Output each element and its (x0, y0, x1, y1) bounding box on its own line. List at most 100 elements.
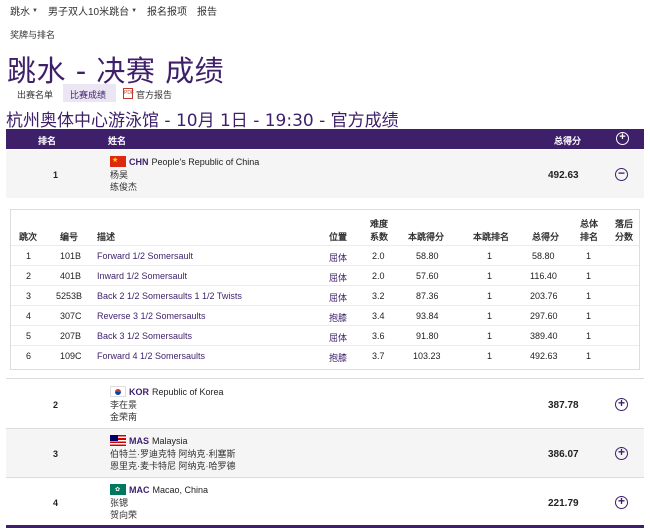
col-description: 描述 (97, 232, 116, 242)
country-name: Malaysia (152, 435, 188, 446)
dive-difficulty: 3.2 (372, 291, 385, 301)
tab-start-list[interactable]: 出赛名单 (10, 84, 63, 102)
dive-description[interactable]: Inward 1/2 Somersault (97, 271, 187, 281)
dive-total: 58.80 (532, 251, 555, 261)
dive-overall-rank: 1 (586, 351, 592, 361)
athlete-name[interactable]: 贺向荣 (110, 509, 208, 521)
pdf-icon: PDF (123, 88, 134, 99)
korea-flag-icon (110, 386, 126, 397)
col-position: 位置 (329, 232, 348, 242)
result-row: 4 ✿ MAC Macao, China 张锶 贺向荣 221.79 + (6, 478, 644, 526)
col-difficulty-1: 难度 (370, 219, 389, 229)
athlete-name[interactable]: 李在景 (110, 399, 224, 411)
dive-score: 93.84 (416, 311, 439, 321)
dive-row: 4 307C Reverse 3 1/2 Somersaults 抱膝 3.4 … (11, 305, 639, 325)
dive-overall-rank: 1 (586, 271, 592, 281)
total-score: 386.07 (548, 449, 579, 460)
venue-date-line: 杭州奥体中心游泳馆 - 10月 1日 - 19:30 - 官方成绩 (6, 111, 399, 131)
nav-item-sport[interactable]: 跳水 ▼ (10, 3, 38, 18)
total-score: 492.63 (548, 170, 579, 181)
dive-score: 103.23 (413, 351, 441, 361)
dive-number: 5253B (56, 291, 83, 301)
country-name: Macao, China (152, 484, 209, 495)
dive-number: 401B (60, 271, 82, 281)
athlete-name[interactable]: 练俊杰 (110, 181, 259, 193)
expand-icon[interactable]: + (615, 397, 628, 411)
col-dive-rank: 本跳排名 (473, 232, 510, 242)
dive-difficulty: 2.0 (372, 271, 385, 281)
team-cell: MAS Malaysia 伯特兰·罗迪克特 阿纳克·利塞斯 恩里克·麦卡特尼 阿… (110, 435, 236, 472)
dive-rank: 1 (487, 351, 493, 361)
header-name: 姓名 (108, 136, 127, 146)
dive-number: 207B (60, 331, 82, 341)
caret-down-icon: ▼ (131, 7, 138, 14)
nav-item-label: 男子双人10米跳台 (47, 7, 130, 18)
dive-score: 87.36 (416, 291, 439, 301)
caret-down-icon: ▼ (32, 7, 38, 14)
dive-description[interactable]: Reverse 3 1/2 Somersaults (97, 311, 206, 321)
tab-bar: 出赛名单 比赛成绩 PDF 官方报告 (10, 84, 182, 102)
dive-number: 307C (60, 311, 82, 321)
dive-description[interactable]: Forward 4 1/2 Somersaults (97, 351, 205, 361)
team-cell: ✿ MAC Macao, China 张锶 贺向荣 (110, 484, 208, 521)
dive-number: 109C (60, 351, 82, 361)
col-dive-score: 本跳得分 (408, 232, 445, 242)
header-total: 总得分 (554, 136, 582, 146)
dive-round: 4 (26, 311, 32, 321)
medals-ranking-link[interactable]: 奖牌与排名 (10, 28, 55, 41)
dive-position: 屈体 (329, 253, 348, 263)
dive-row: 5 207B Back 3 1/2 Somersaults 屈体 3.6 91.… (11, 325, 639, 345)
nav-item-event[interactable]: 男子双人10米跳台 ▼ (48, 3, 137, 18)
athlete-name[interactable]: 金荣南 (110, 411, 224, 423)
dive-round: 3 (26, 291, 32, 301)
athlete-name[interactable]: 杨昊 (110, 169, 259, 181)
nav-item-label: 报告 (197, 7, 218, 18)
dive-position: 抱膝 (329, 353, 348, 363)
dive-description[interactable]: Back 3 1/2 Somersaults (97, 331, 192, 341)
country-name: People's Republic of China (151, 156, 260, 167)
dive-difficulty: 3.7 (372, 351, 385, 361)
athlete-name[interactable]: 恩里克·麦卡特尼 阿纳克·哈罗德 (110, 460, 236, 472)
col-difficulty-2: 系数 (370, 232, 389, 242)
dive-rank: 1 (487, 251, 493, 261)
country-name: Republic of Korea (152, 386, 224, 397)
tab-label: 出赛名单 (17, 90, 54, 100)
dive-description[interactable]: Back 2 1/2 Somersaults 1 1/2 Twists (97, 291, 242, 301)
athlete-name[interactable]: 伯特兰·罗迪克特 阿纳克·利塞斯 (110, 448, 236, 460)
col-behind-1: 落后 (615, 219, 634, 229)
expand-all-icon[interactable]: + (616, 132, 629, 145)
dive-rank: 1 (487, 291, 493, 301)
dive-row: 3 5253B Back 2 1/2 Somersaults 1 1/2 Twi… (11, 285, 639, 305)
total-score: 221.79 (548, 498, 579, 509)
team-cell: KOR Republic of Korea 李在景 金荣南 (110, 386, 224, 423)
dive-description[interactable]: Forward 1/2 Somersault (97, 251, 193, 261)
tab-official-report[interactable]: PDF 官方报告 (116, 84, 182, 102)
dive-position: 抱膝 (329, 313, 348, 323)
dive-position: 屈体 (329, 293, 348, 303)
macao-flag-icon: ✿ (110, 484, 126, 495)
china-flag-icon: ★ (110, 156, 126, 167)
tab-results[interactable]: 比赛成绩 (63, 84, 117, 102)
dive-total: 389.40 (530, 331, 558, 341)
dive-rank: 1 (487, 271, 493, 281)
rank-value: 1 (53, 170, 59, 180)
nav-item-entries[interactable]: 报名报项 (147, 3, 187, 18)
dive-overall-rank: 1 (586, 251, 592, 261)
dive-row: 2 401B Inward 1/2 Somersault 屈体 2.0 57.6… (11, 265, 639, 285)
dive-rank: 1 (487, 311, 493, 321)
dive-round: 2 (26, 271, 32, 281)
dive-round: 6 (26, 351, 32, 361)
nav-item-label: 跳水 (10, 7, 30, 18)
dive-overall-rank: 1 (586, 311, 592, 321)
nav-item-reports[interactable]: 报告 (197, 3, 217, 18)
dive-position: 屈体 (329, 333, 348, 343)
expand-icon[interactable]: + (615, 495, 628, 509)
collapse-icon[interactable]: − (615, 167, 628, 181)
dive-difficulty: 3.4 (372, 311, 385, 321)
athlete-name[interactable]: 张锶 (110, 497, 208, 509)
col-total: 总得分 (532, 232, 560, 242)
dive-total: 492.63 (530, 351, 558, 361)
divider (6, 378, 644, 379)
country-code: CHN (129, 156, 149, 167)
expand-icon[interactable]: + (615, 446, 628, 460)
